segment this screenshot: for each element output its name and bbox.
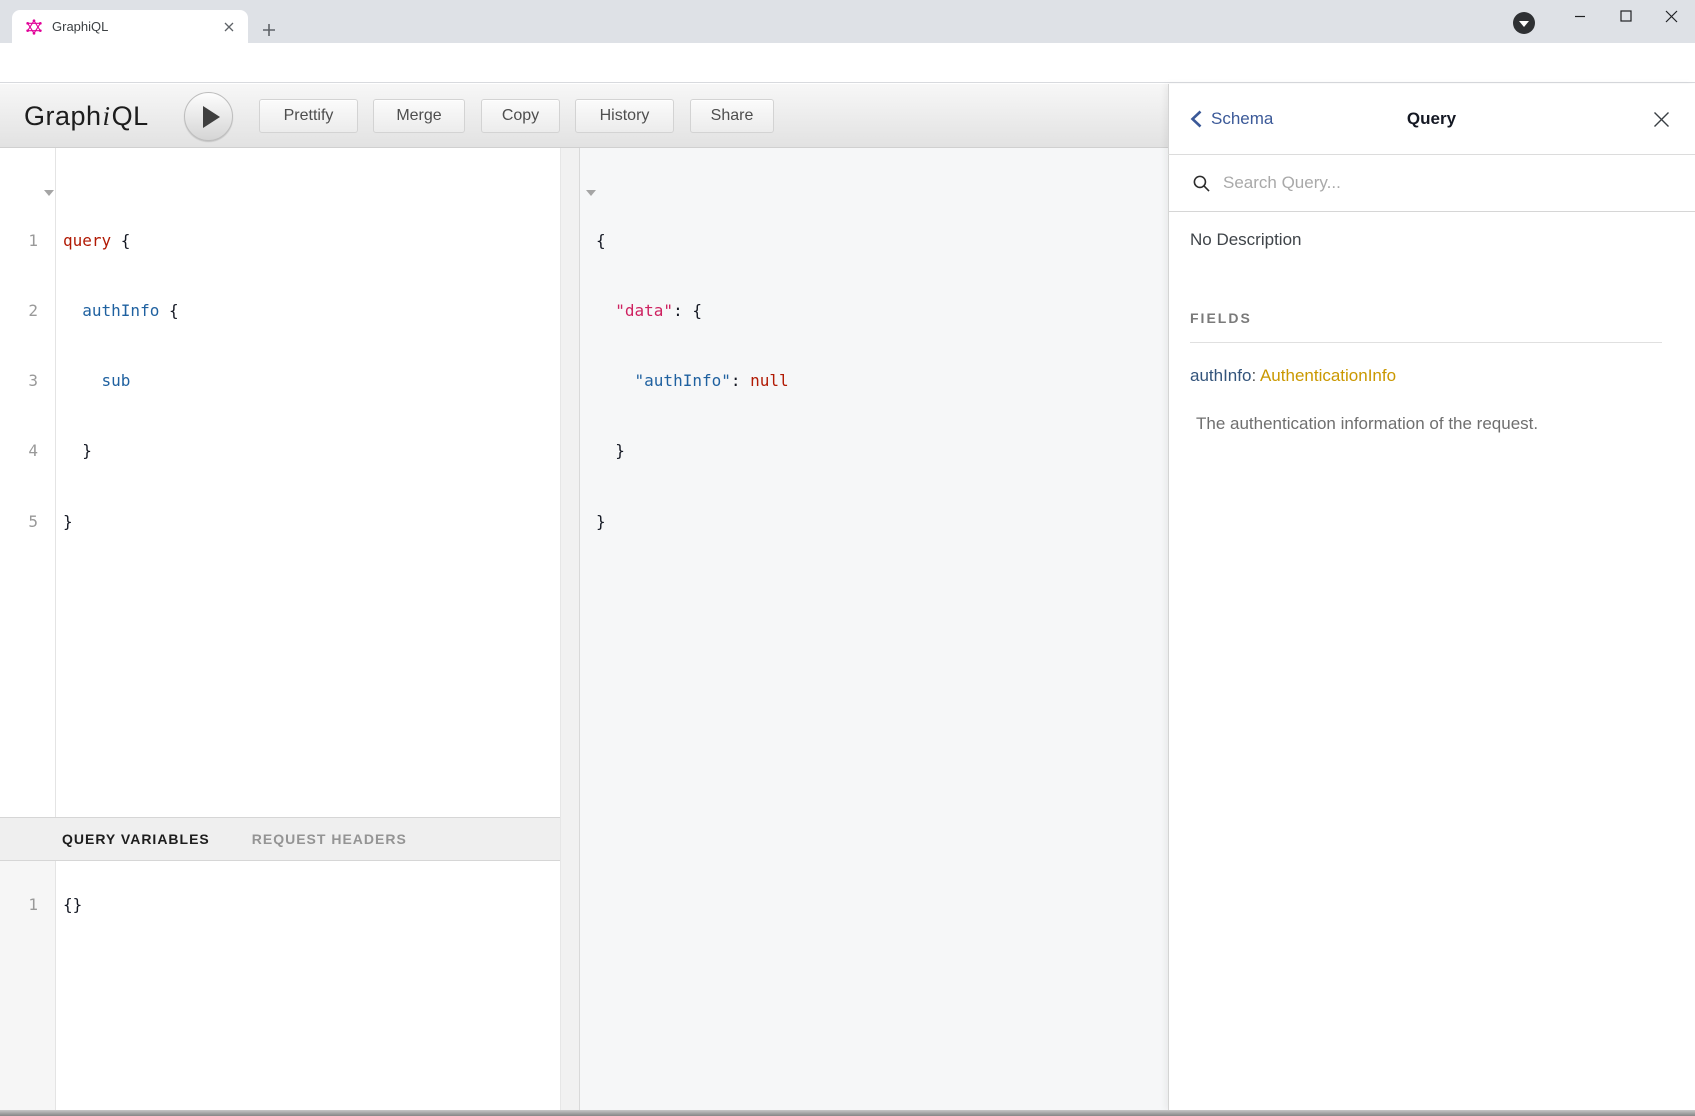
graphql-favicon-icon	[26, 19, 42, 35]
window-bottom-edge	[0, 1110, 1695, 1116]
code-line: }	[596, 439, 789, 462]
variable-editor-titlebar: QUERY VARIABLES REQUEST HEADERS	[0, 817, 560, 861]
query-line-numbers: 1 2 3 4 5	[0, 182, 38, 557]
window-close-button[interactable]	[1648, 0, 1694, 32]
doc-field-type-link[interactable]: AuthenticationInfo	[1260, 366, 1396, 385]
history-button[interactable]: History	[575, 99, 674, 133]
doc-back-link[interactable]: Schema	[1190, 109, 1273, 129]
fold-arrow-icon[interactable]	[586, 190, 596, 196]
code-line: query {	[63, 229, 179, 252]
copy-button[interactable]: Copy	[481, 99, 560, 133]
chevron-left-icon	[1190, 110, 1202, 128]
code-line: authInfo {	[63, 299, 179, 322]
doc-explorer-header: Schema Query	[1168, 84, 1695, 155]
play-icon	[203, 106, 220, 128]
code-line: "authInfo": null	[596, 369, 789, 392]
window-minimize-button[interactable]	[1557, 0, 1603, 32]
fold-arrow-icon[interactable]	[44, 190, 54, 196]
graphiql-logo: GraphiQL	[24, 84, 149, 148]
window-maximize-button[interactable]	[1603, 0, 1649, 32]
variables-code: {}	[63, 893, 82, 916]
search-icon	[1192, 174, 1211, 193]
code-line: sub	[63, 369, 179, 392]
browser-tab[interactable]: GraphiQL	[12, 10, 248, 43]
query-code[interactable]: query { authInfo { sub } }	[63, 182, 179, 557]
doc-search-bar	[1168, 155, 1695, 212]
pane-resize-handle[interactable]	[560, 148, 580, 1110]
tab-close-icon[interactable]	[220, 18, 238, 36]
code-line: }	[63, 439, 179, 462]
browser-toolbar: localhost:3000/graphql P Tp L Aktualisie…	[0, 43, 1695, 83]
code-line: }	[63, 510, 179, 533]
variables-editor[interactable]	[0, 861, 560, 1110]
variables-line-number: 1	[0, 893, 38, 916]
code-line: "data": {	[596, 299, 789, 322]
share-button[interactable]: Share	[690, 99, 774, 133]
tab-title: GraphiQL	[52, 19, 220, 34]
doc-no-description: No Description	[1190, 230, 1302, 250]
doc-fields-heading: FIELDS	[1190, 310, 1662, 343]
browser-titlebar: GraphiQL	[0, 0, 1695, 43]
merge-button[interactable]: Merge	[373, 99, 465, 133]
new-tab-button[interactable]	[256, 17, 282, 43]
result-json: { "data": { "authInfo": null } }	[596, 182, 789, 557]
code-line: {	[596, 229, 789, 252]
doc-search-input[interactable]	[1223, 173, 1643, 193]
doc-close-icon[interactable]	[1649, 107, 1673, 131]
tab-search-button[interactable]	[1513, 12, 1535, 34]
tab-query-variables[interactable]: QUERY VARIABLES	[62, 831, 210, 847]
code-line: }	[596, 510, 789, 533]
doc-field-separator: :	[1251, 366, 1260, 385]
doc-field-name-link[interactable]: authInfo	[1190, 366, 1251, 385]
doc-back-label: Schema	[1211, 109, 1273, 129]
doc-field-row: authInfo: AuthenticationInfo	[1190, 366, 1396, 386]
tab-request-headers[interactable]: REQUEST HEADERS	[252, 831, 407, 847]
prettify-button[interactable]: Prettify	[259, 99, 358, 133]
doc-field-description: The authentication information of the re…	[1196, 414, 1538, 434]
execute-query-button[interactable]	[184, 92, 233, 141]
